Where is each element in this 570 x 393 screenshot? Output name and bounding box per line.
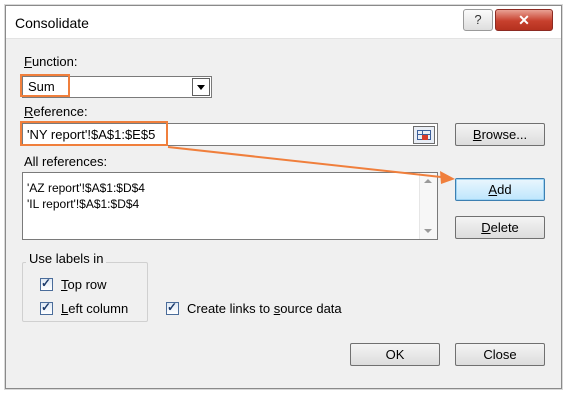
dialog-title: Consolidate	[15, 15, 89, 31]
chevron-down-icon[interactable]	[192, 78, 210, 96]
help-icon: ?	[474, 12, 482, 27]
all-references-label: All references:	[24, 154, 108, 169]
top-row-checkbox[interactable]: ✓	[40, 276, 53, 291]
checkmark-icon: ✓	[167, 300, 178, 314]
scroll-up-icon[interactable]	[424, 179, 432, 183]
list-item[interactable]: 'IL report'!$A$1:$D$4	[27, 197, 139, 211]
close-window-button[interactable]: ✕	[495, 9, 553, 31]
use-labels-legend: Use labels in	[26, 251, 107, 266]
close-icon: ✕	[518, 12, 530, 28]
scroll-down-icon[interactable]	[424, 229, 432, 233]
title-bar: Consolidate ? ✕	[6, 6, 561, 39]
checkmark-icon: ✓	[41, 300, 52, 314]
help-button[interactable]: ?	[463, 9, 493, 31]
create-links-label: Create links to source data	[187, 301, 342, 316]
create-links-checkbox[interactable]: ✓	[166, 300, 179, 315]
delete-button[interactable]: Delete	[455, 216, 545, 239]
ok-button[interactable]: OK	[350, 343, 440, 366]
top-row-label: Top row	[61, 277, 107, 292]
browse-button[interactable]: Browse...	[455, 123, 545, 146]
function-label: Function:	[24, 54, 78, 69]
scrollbar[interactable]	[419, 173, 437, 239]
list-item[interactable]: 'AZ report'!$A$1:$D$4	[27, 181, 145, 195]
left-column-label: Left column	[61, 301, 129, 316]
reference-label: Reference:	[24, 104, 88, 119]
all-references-list[interactable]: 'AZ report'!$A$1:$D$4 'IL report'!$A$1:$…	[22, 172, 438, 240]
close-button[interactable]: Close	[455, 343, 545, 366]
left-column-checkbox[interactable]: ✓	[40, 300, 53, 315]
add-button[interactable]: Add	[455, 178, 545, 201]
reference-highlight	[20, 121, 168, 146]
sum-highlight	[20, 74, 70, 97]
checkmark-icon: ✓	[41, 276, 52, 290]
collapse-dialog-icon[interactable]	[413, 126, 435, 144]
